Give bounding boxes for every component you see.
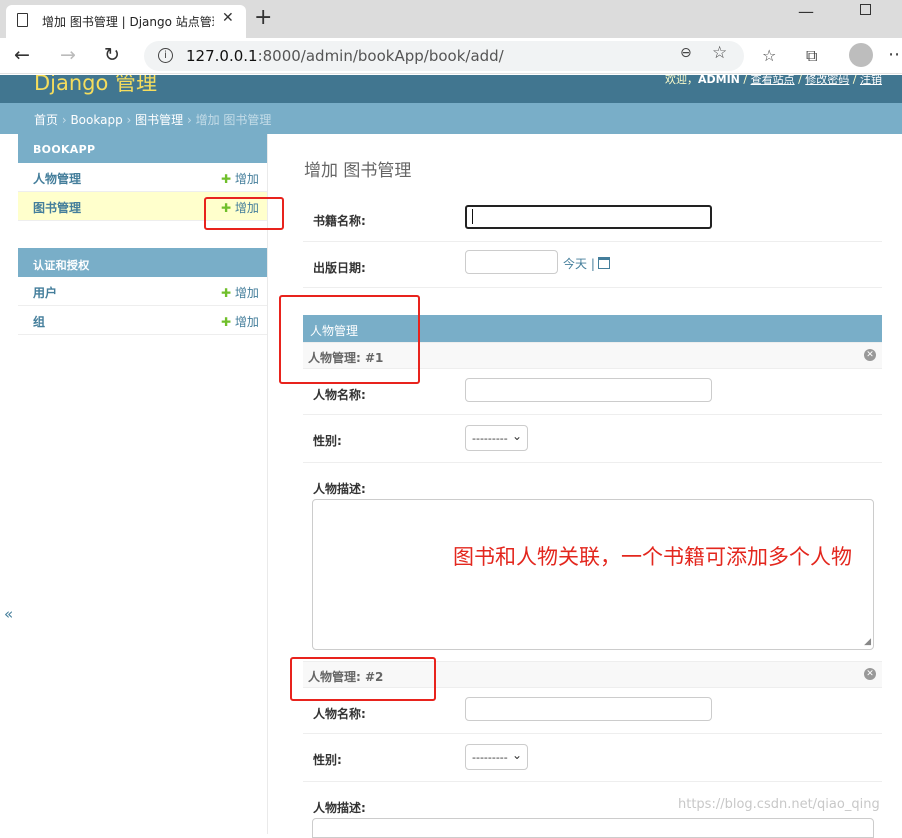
sidebar-item-label[interactable]: 图书管理: [33, 199, 81, 216]
add-favorite-icon[interactable]: ☆: [712, 43, 727, 63]
reload-icon[interactable]: ↻: [104, 44, 120, 66]
admin-header: Django 管理 欢迎，ADMIN / 查看站点 / 修改密码 / 注销: [0, 75, 902, 103]
address-toolbar: ← → ↻ i 127.0.0.1:8000/admin/bookApp/boo…: [0, 38, 902, 74]
minimize-button[interactable]: —: [798, 2, 814, 21]
page-title: 增加 图书管理: [304, 161, 412, 181]
browser-tab[interactable]: 增加 图书管理 | Django 站点管理 ✕: [6, 5, 246, 38]
module-caption-bookapp[interactable]: BOOKAPP: [18, 134, 267, 163]
watermark: https://blog.csdn.net/qiao_qing: [678, 797, 880, 812]
pub-date-label: 出版日期:: [313, 261, 366, 275]
person-desc-textarea[interactable]: [312, 818, 874, 838]
username: ADMIN: [698, 75, 740, 86]
form-row-gender: 性别: --------- ⌄: [303, 415, 882, 463]
form-row-book-name: 书籍名称:: [303, 194, 882, 242]
tab-title: 增加 图书管理 | Django 站点管理: [42, 15, 214, 29]
sidebar-item-groups[interactable]: 组 ✚ 增加: [18, 306, 267, 335]
url-text[interactable]: 127.0.0.1:8000/admin/bookApp/book/add/: [186, 47, 504, 65]
highlight-box: [204, 197, 284, 230]
breadcrumb-current: 增加 图书管理: [195, 113, 272, 127]
delete-inline-icon[interactable]: ✕: [864, 349, 876, 361]
info-icon[interactable]: i: [158, 48, 173, 63]
sidebar-item-users[interactable]: 用户 ✚ 增加: [18, 277, 267, 306]
url-path: :8000/admin/bookApp/book/add/: [257, 47, 504, 65]
chevron-down-icon: ⌄: [511, 429, 522, 443]
add-link[interactable]: ✚ 增加: [221, 313, 259, 330]
chevron-down-icon: ⌄: [511, 748, 522, 762]
user-tools: 欢迎，ADMIN / 查看站点 / 修改密码 / 注销: [665, 75, 882, 86]
breadcrumb-app[interactable]: Bookapp: [70, 113, 122, 127]
close-icon[interactable]: ✕: [222, 10, 234, 26]
nav-sidebar: BOOKAPP 人物管理 ✚ 增加 图书管理 ✚ 增加 认证和授权 用户 ✚ 增…: [18, 134, 268, 834]
book-name-label: 书籍名称:: [313, 214, 366, 228]
module-caption-auth[interactable]: 认证和授权: [18, 248, 267, 277]
page-icon: [17, 13, 28, 27]
back-arrow-icon[interactable]: ←: [14, 44, 30, 66]
person-desc-textarea[interactable]: ◢: [312, 499, 874, 650]
more-menu-icon[interactable]: ⋯: [888, 44, 902, 65]
profile-avatar[interactable]: [849, 43, 873, 67]
plus-icon: ✚: [221, 172, 232, 186]
collections-icon[interactable]: ⧉: [806, 46, 817, 66]
form-row-gender: 性别: --------- ⌄: [303, 734, 882, 782]
book-name-input[interactable]: [465, 205, 712, 229]
url-host: 127.0.0.1: [186, 47, 258, 65]
change-password-link[interactable]: 修改密码: [805, 75, 849, 86]
text-cursor: [472, 209, 473, 224]
url-bar[interactable]: i 127.0.0.1:8000/admin/bookApp/book/add/…: [144, 41, 744, 71]
add-link[interactable]: ✚ 增加: [221, 284, 259, 301]
breadcrumb-home[interactable]: 首页: [34, 113, 58, 127]
sidebar-item-label[interactable]: 组: [33, 313, 45, 330]
maximize-button[interactable]: [860, 4, 871, 15]
favorites-icon[interactable]: ☆: [762, 46, 776, 65]
delete-inline-icon[interactable]: ✕: [864, 668, 876, 680]
date-shortcuts: 今天 |: [563, 255, 610, 272]
calendar-icon[interactable]: [597, 257, 610, 269]
gender-label: 性别:: [313, 434, 342, 448]
welcome-text: 欢迎，: [665, 75, 698, 86]
gender-select[interactable]: --------- ⌄: [465, 744, 528, 770]
new-tab-button[interactable]: +: [254, 6, 272, 30]
toggle-sidebar-button[interactable]: «: [4, 605, 13, 623]
plus-icon: ✚: [221, 286, 232, 300]
zoom-icon[interactable]: ⊖: [680, 45, 692, 61]
view-site-link[interactable]: 查看站点: [751, 75, 795, 86]
person-name-input[interactable]: [465, 697, 712, 721]
forward-arrow-icon[interactable]: →: [60, 44, 76, 66]
person-name-input[interactable]: [465, 378, 712, 402]
highlight-box: [290, 657, 436, 701]
browser-tab-strip: 增加 图书管理 | Django 站点管理 ✕ + —: [0, 0, 902, 38]
person-name-label: 人物名称:: [313, 707, 366, 721]
annotation-text: 图书和人物关联，一个书籍可添加多个人物: [453, 545, 852, 569]
add-link[interactable]: ✚ 增加: [221, 170, 259, 187]
gender-select[interactable]: --------- ⌄: [465, 425, 528, 451]
pub-date-input[interactable]: [465, 250, 558, 274]
today-link[interactable]: 今天: [563, 257, 587, 271]
highlight-box: [279, 295, 420, 384]
breadcrumb-model[interactable]: 图书管理: [135, 113, 183, 127]
sidebar-item-label[interactable]: 用户: [33, 284, 57, 301]
plus-icon: ✚: [221, 315, 232, 329]
sidebar-item-person[interactable]: 人物管理 ✚ 增加: [18, 163, 267, 192]
person-desc-label: 人物描述:: [313, 801, 366, 815]
resize-grip-icon[interactable]: ◢: [864, 637, 871, 647]
person-name-label: 人物名称:: [313, 388, 366, 402]
gender-label: 性别:: [313, 753, 342, 767]
site-brand[interactable]: Django 管理: [34, 75, 157, 97]
person-desc-label: 人物描述:: [313, 482, 366, 496]
sidebar-item-label[interactable]: 人物管理: [33, 170, 81, 187]
logout-link[interactable]: 注销: [860, 75, 882, 86]
breadcrumb: 首页 › Bookapp › 图书管理 › 增加 图书管理: [0, 103, 902, 134]
